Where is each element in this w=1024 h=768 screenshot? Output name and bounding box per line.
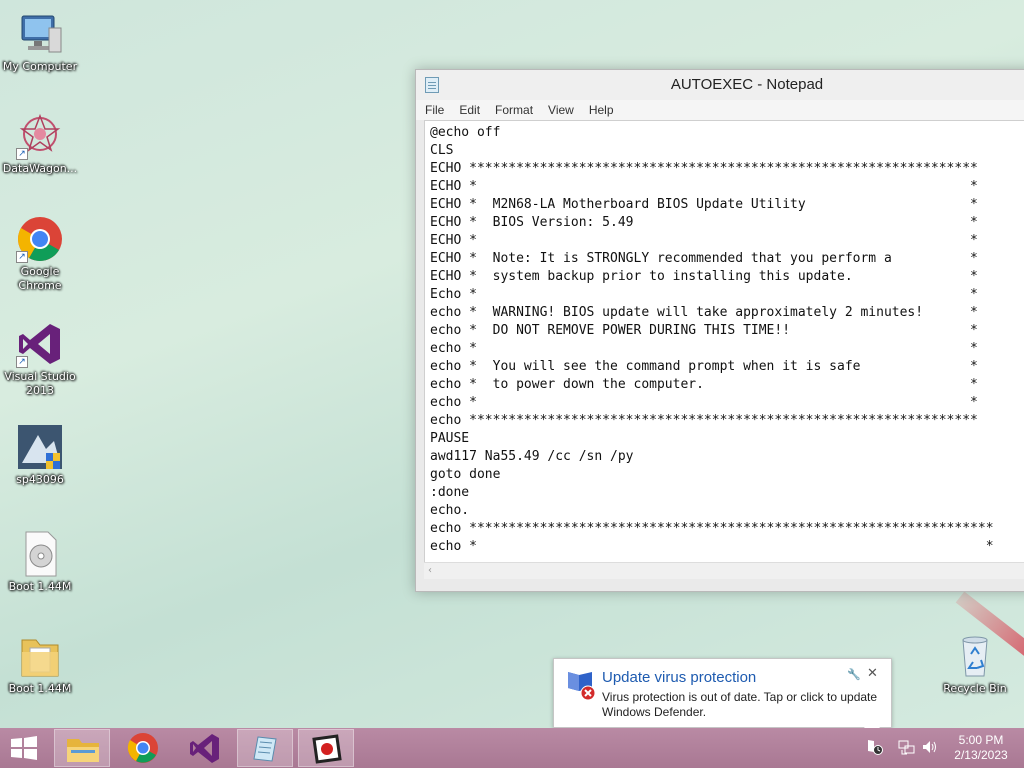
taskbar-visual-studio[interactable] — [176, 729, 232, 767]
visual-studio-icon: ↗ — [16, 320, 64, 368]
taskbar: 5:00 PM 2/13/2023 — [0, 728, 1024, 768]
notification-body: Virus protection is out of date. Tap or … — [602, 690, 878, 719]
desktop-icon-label: sp43096 — [16, 473, 64, 486]
network-icon[interactable] — [897, 738, 915, 760]
chrome-icon — [127, 733, 158, 763]
action-center-icon[interactable] — [866, 738, 884, 760]
notepad-icon — [253, 736, 277, 762]
desktop-icon-datawagon[interactable]: ↗ DataWagon... — [0, 112, 80, 176]
recycle-bin-icon — [951, 632, 999, 680]
desktop-icon-visual-studio[interactable]: ↗ Visual Studio 2013 — [0, 320, 80, 398]
desktop-icon-sp43096[interactable]: sp43096 — [0, 423, 80, 487]
start-button[interactable] — [10, 736, 38, 760]
taskbar-file-explorer[interactable] — [54, 729, 110, 767]
desktop-icon-label: Boot 1.44M — [8, 580, 72, 593]
desktop-icon-label: Recycle Bin — [943, 682, 1007, 695]
shortcut-arrow-icon: ↗ — [16, 251, 28, 263]
menu-edit[interactable]: Edit — [459, 103, 480, 117]
desktop-icon-my-computer[interactable]: My Computer — [0, 10, 80, 74]
folder-icon — [16, 632, 64, 680]
desktop-icon-label: Visual Studio 2013 — [4, 370, 76, 397]
desktop-icon-boot-folder[interactable]: Boot 1.44M — [0, 632, 80, 696]
text-editor[interactable]: @echo off CLS ECHO *********************… — [424, 120, 1024, 579]
defender-notification[interactable]: Update virus protection Virus protection… — [553, 658, 892, 737]
scroll-left-icon[interactable]: ‹ — [428, 565, 432, 576]
security-warning-icon — [565, 669, 597, 701]
visual-studio-icon — [190, 734, 219, 763]
settings-wrench-icon[interactable]: 🔧 — [847, 668, 861, 681]
app-icon — [312, 734, 342, 764]
computer-icon — [16, 10, 64, 58]
disk-image-icon — [16, 530, 64, 578]
shortcut-arrow-icon: ↗ — [16, 148, 28, 160]
desktop-icon-label: Boot 1.44M — [8, 682, 72, 695]
desktop-icon-boot-disk[interactable]: Boot 1.44M — [0, 530, 80, 594]
datawagon-icon: ↗ — [16, 112, 64, 160]
clock-date: 2/13/2023 — [954, 748, 1008, 762]
menu-file[interactable]: File — [425, 103, 444, 117]
menu-format[interactable]: Format — [495, 103, 533, 117]
taskbar-app[interactable] — [298, 729, 354, 767]
desktop-icon-label: Google Chrome — [18, 265, 62, 292]
shortcut-arrow-icon: ↗ — [16, 356, 28, 368]
taskbar-notepad[interactable] — [237, 729, 293, 767]
menu-help[interactable]: Help — [589, 103, 614, 117]
window-title: AUTOEXEC - Notepad — [670, 76, 824, 93]
desktop-icon-label: DataWagon... — [2, 162, 78, 175]
installer-icon — [16, 423, 64, 471]
desktop-icon-google-chrome[interactable]: ↗ Google Chrome — [0, 215, 80, 293]
editor-content[interactable]: @echo off CLS ECHO *********************… — [425, 121, 1024, 559]
desktop-icon-label: My Computer — [2, 60, 78, 73]
clock-time: 5:00 PM — [958, 733, 1004, 747]
chrome-icon: ↗ — [16, 215, 64, 263]
system-clock[interactable]: 5:00 PM 2/13/2023 — [948, 733, 1014, 763]
volume-icon[interactable] — [921, 738, 939, 760]
menu-bar: File Edit Format View Help — [416, 100, 1024, 120]
notification-title: Update virus protection — [602, 669, 757, 686]
file-explorer-icon — [67, 739, 99, 762]
horizontal-scrollbar[interactable]: ‹ — [424, 562, 1024, 579]
notepad-titlebar[interactable]: AUTOEXEC - Notepad — [416, 70, 1024, 100]
notepad-window[interactable]: AUTOEXEC - Notepad File Edit Format View… — [415, 69, 1024, 592]
menu-view[interactable]: View — [548, 103, 574, 117]
taskbar-chrome[interactable] — [115, 729, 171, 767]
close-icon[interactable]: ✕ — [867, 666, 878, 681]
windows-logo-icon — [11, 736, 37, 760]
desktop-icon-recycle-bin[interactable]: Recycle Bin — [935, 632, 1015, 696]
